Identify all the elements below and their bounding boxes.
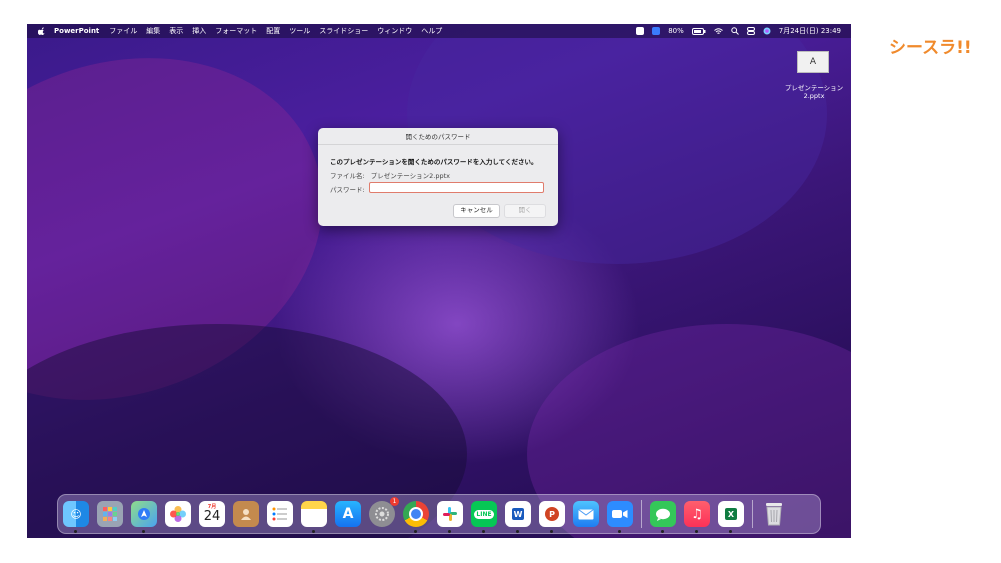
cancel-button[interactable]: キャンセル — [453, 204, 500, 218]
notification-badge: 1 — [390, 497, 399, 506]
powerpoint-icon[interactable]: P — [539, 501, 565, 533]
finder-icon[interactable]: ☺ — [63, 501, 89, 533]
calendar-icon[interactable]: 7月 24 — [199, 501, 225, 527]
menu-edit[interactable]: 編集 — [146, 26, 160, 36]
maps-icon[interactable] — [131, 501, 157, 533]
file-icon-glyph: A — [809, 57, 817, 67]
input-method-icon[interactable] — [652, 27, 661, 35]
mail-icon[interactable] — [573, 501, 599, 527]
battery-percent: 80% — [668, 27, 684, 35]
apple-icon[interactable] — [38, 27, 46, 35]
status-bar: 80% 7月24日(日) 23:49 — [636, 24, 841, 38]
menu-app-name[interactable]: PowerPoint — [54, 27, 99, 35]
control-center-icon[interactable] — [746, 27, 755, 35]
excel-icon[interactable]: X — [718, 501, 744, 533]
menu-file[interactable]: ファイル — [109, 26, 137, 36]
password-label: パスワード: — [330, 186, 365, 194]
file-name-label-text: ファイル名: — [330, 172, 365, 180]
system-preferences-icon[interactable]: 1 — [369, 497, 399, 527]
trash-icon[interactable] — [761, 501, 787, 527]
menu-slideshow[interactable]: スライドショー — [319, 26, 368, 36]
line-icon[interactable]: LINE — [471, 501, 497, 533]
app-store-icon[interactable]: A — [335, 501, 361, 527]
battery-icon[interactable] — [691, 27, 706, 35]
file-name-value: プレゼンテーション2.pptx — [370, 172, 451, 180]
dock: ☺ 7月 24 A 1 LINE W P ♫ X — [57, 494, 821, 534]
dock-separator — [641, 500, 642, 528]
music-icon[interactable]: ♫ — [684, 501, 710, 533]
menu-help[interactable]: ヘルプ — [421, 26, 442, 36]
status-app-icon[interactable] — [636, 27, 645, 35]
file-name-line2: 2.pptx — [803, 92, 825, 100]
contacts-icon[interactable] — [233, 501, 259, 527]
launchpad-icon[interactable] — [97, 501, 123, 527]
wifi-icon[interactable] — [713, 27, 723, 35]
open-button[interactable]: 開く — [504, 204, 546, 218]
menu-view[interactable]: 表示 — [169, 26, 183, 36]
menu-window[interactable]: ウィンドウ — [377, 26, 412, 36]
dialog-divider — [318, 144, 558, 145]
notes-icon[interactable] — [301, 501, 327, 533]
reminders-icon[interactable] — [267, 501, 293, 527]
search-icon[interactable] — [731, 27, 739, 35]
slack-icon[interactable] — [437, 501, 463, 533]
datetime[interactable]: 7月24日(日) 23:49 — [779, 26, 841, 36]
brand-logo: シースラ!! — [889, 38, 972, 58]
menu-bar: PowerPoint ファイル 編集 表示 挿入 フォーマット 配置 ツール ス… — [27, 24, 851, 38]
menu-insert[interactable]: 挿入 — [192, 26, 206, 36]
password-input[interactable] — [369, 182, 544, 193]
word-icon[interactable]: W — [505, 501, 531, 533]
pptx-file-icon[interactable]: A — [797, 51, 829, 73]
menu-arrange[interactable]: 配置 — [266, 26, 280, 36]
siri-icon[interactable] — [763, 27, 771, 35]
photos-icon[interactable] — [165, 501, 191, 527]
desktop: PowerPoint ファイル 編集 表示 挿入 フォーマット 配置 ツール ス… — [27, 24, 851, 538]
menu-format[interactable]: フォーマット — [215, 26, 257, 36]
dialog-message: このプレゼンテーションを開くためのパスワードを入力してください。 — [330, 158, 538, 166]
dock-separator — [752, 500, 753, 528]
menu-tools[interactable]: ツール — [289, 26, 310, 36]
file-name-line1: プレゼンテーション — [784, 84, 844, 92]
chrome-icon[interactable] — [403, 501, 429, 533]
file-name-row: ファイル名: プレゼンテーション2.pptx — [330, 170, 450, 180]
password-dialog: 開くためのパスワード このプレゼンテーションを開くためのパスワードを入力してくだ… — [318, 128, 558, 226]
calendar-day: 24 — [203, 509, 221, 524]
messages-icon[interactable] — [650, 501, 676, 533]
zoom-icon[interactable] — [607, 501, 633, 533]
dialog-title: 開くためのパスワード — [405, 133, 471, 141]
file-name-label[interactable]: プレゼンテーション 2.pptx — [779, 84, 849, 100]
